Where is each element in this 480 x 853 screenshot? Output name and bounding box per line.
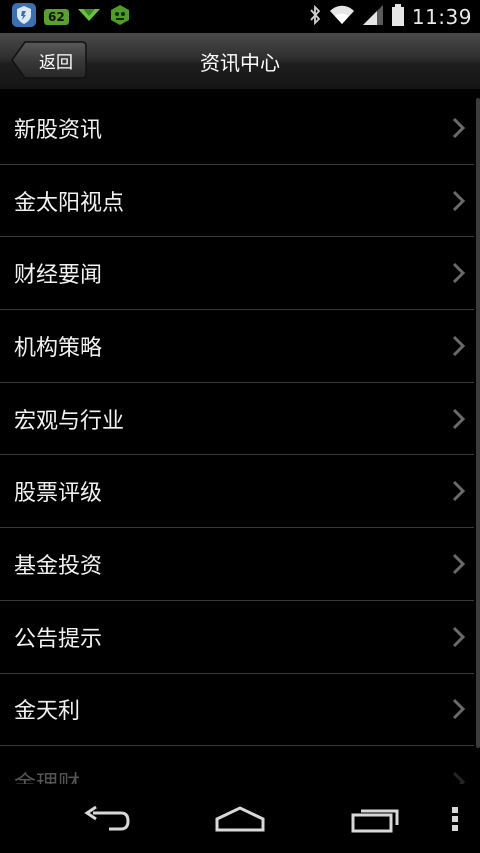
- back-button-label: 返回: [39, 52, 73, 73]
- nav-back-button[interactable]: [72, 784, 142, 853]
- chevron-right-icon: [452, 190, 466, 211]
- list-item-label: 机构策略: [14, 335, 103, 361]
- list-item[interactable]: 新股资讯: [0, 92, 474, 165]
- overflow-menu-icon: [452, 806, 458, 831]
- list-item[interactable]: 财经要闻: [0, 237, 474, 311]
- list-item-label: 金太阳视点: [14, 190, 125, 216]
- list-item[interactable]: 宏观与行业: [0, 383, 474, 456]
- clock: 11:39: [411, 5, 472, 29]
- chevron-right-icon: [452, 626, 466, 647]
- list-item[interactable]: 金天利: [0, 674, 474, 747]
- list-item-label: 新股资讯: [14, 117, 103, 143]
- notification-icons: 62: [12, 3, 131, 31]
- list-item-label: 股票评级: [14, 481, 103, 507]
- title-bar: 返回 资讯中心: [0, 33, 480, 90]
- list-item[interactable]: 金理财: [0, 746, 474, 784]
- nav-recent-apps-button[interactable]: [340, 784, 410, 853]
- scrollbar[interactable]: [476, 98, 480, 748]
- list-item[interactable]: 机构策略: [0, 310, 474, 383]
- shield-icon: [12, 3, 36, 31]
- chevron-right-icon: [452, 553, 466, 575]
- list-item[interactable]: 基金投资: [0, 528, 474, 601]
- download-icon: [77, 7, 101, 27]
- back-button[interactable]: 返回: [11, 41, 87, 79]
- system-icons: 11:39: [308, 3, 472, 31]
- list-item-label: 宏观与行业: [14, 408, 125, 434]
- status-bar: 62 11:39: [0, 0, 480, 33]
- battery-icon: [391, 3, 405, 31]
- back-icon: [84, 805, 130, 830]
- list-item-label: 基金投资: [14, 553, 103, 579]
- nav-overflow-menu-button[interactable]: [440, 784, 470, 853]
- robot-icon: [109, 4, 131, 30]
- chevron-right-icon: [452, 481, 466, 502]
- navigation-bar: [0, 784, 480, 853]
- chevron-right-icon: [452, 263, 466, 284]
- list-item-label: 公告提示: [14, 626, 103, 652]
- list-item-label: 财经要闻: [14, 263, 103, 289]
- list-item[interactable]: 股票评级: [0, 455, 474, 529]
- chevron-right-icon: [452, 771, 466, 784]
- chevron-right-icon: [452, 699, 466, 720]
- chevron-right-icon: [452, 335, 466, 356]
- news-menu-list: 新股资讯 金太阳视点 财经要闻 机构策略 宏观与行业 股票评级 基金投资 公告提…: [0, 92, 474, 784]
- chevron-right-icon: [452, 408, 466, 429]
- list-item-label: 金理财: [0, 766, 80, 784]
- wifi-icon: [329, 4, 355, 30]
- list-item[interactable]: 金太阳视点: [0, 165, 474, 238]
- signal-icon: [362, 4, 384, 30]
- recent-apps-icon: [351, 809, 399, 832]
- home-icon: [215, 805, 265, 831]
- list-item[interactable]: 公告提示: [0, 601, 474, 674]
- nav-home-button[interactable]: [205, 784, 275, 853]
- chevron-right-icon: [452, 117, 466, 138]
- list-item-label: 金天利: [14, 699, 81, 725]
- battery-badge-icon: 62: [44, 9, 69, 25]
- bluetooth-icon: [308, 4, 322, 30]
